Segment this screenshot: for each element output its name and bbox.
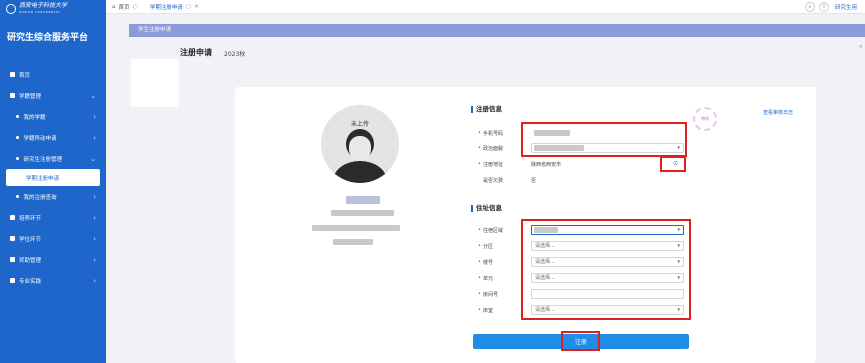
redacted-info	[333, 239, 373, 245]
university-name-en: XIDIAN UNIVERSITY	[19, 10, 61, 14]
refresh-icon[interactable]: ○	[186, 3, 191, 10]
scrollbar[interactable]: ×	[859, 44, 863, 50]
arrears-value: 否	[531, 178, 537, 184]
sidebar-item-registration-management[interactable]: 研究生注册管理 ⌄	[0, 148, 106, 169]
page-title: 注册申请	[180, 48, 212, 57]
highlight-box-submit	[561, 331, 600, 351]
redacted-major	[312, 225, 400, 231]
sidebar-item-practice[interactable]: 专业实践 ›	[0, 270, 106, 291]
sidebar-item-my-status[interactable]: 我的学籍 ›	[0, 106, 106, 127]
highlight-box-address	[521, 219, 691, 320]
refresh-icon[interactable]: ○	[133, 3, 138, 10]
briefcase-icon	[10, 278, 15, 283]
sidebar-item-my-registration[interactable]: 我的注册查询 ›	[0, 186, 106, 207]
shirt-icon[interactable]: ▽	[818, 2, 829, 12]
home-icon	[10, 72, 15, 77]
sidebar-item-degree[interactable]: 学位环节 ›	[0, 228, 106, 249]
close-icon[interactable]: ✕	[194, 3, 199, 10]
highlight-box-locate	[660, 156, 686, 172]
tab-home[interactable]: ⌂ 首页 ○	[106, 0, 144, 14]
audit-stamp: 审核	[693, 107, 717, 131]
bullet-icon	[16, 157, 19, 160]
university-seal-icon	[6, 4, 16, 14]
side-panel	[131, 59, 179, 107]
tab-term-registration[interactable]: 学期注册申请 ○ ✕	[144, 0, 205, 14]
chevron-down-icon: ⌄	[90, 154, 96, 163]
university-logo: 西安电子科技大学 XIDIAN UNIVERSITY	[0, 0, 106, 18]
term-label: 2023秋	[224, 51, 246, 58]
sidebar-item-home[interactable]: 首页	[0, 64, 106, 85]
redacted-id	[331, 210, 394, 216]
chevron-right-icon: ›	[93, 192, 96, 201]
award-icon	[10, 257, 15, 262]
folder-icon	[10, 215, 15, 220]
chevron-right-icon: ›	[93, 255, 96, 264]
field-row-address: • 注册地址	[478, 161, 503, 168]
avatar-upload-label: 未上传	[350, 121, 369, 128]
chevron-right-icon: ›	[93, 112, 96, 121]
address-value: 陕西省西安市	[531, 162, 562, 168]
chevron-right-icon: ›	[93, 234, 96, 243]
field-row-arrears: 是否欠费	[483, 177, 504, 184]
user-menu[interactable]: 研究生用	[835, 3, 857, 11]
search-icon[interactable]: ⌕	[804, 2, 815, 12]
chevron-right-icon: ›	[93, 213, 96, 222]
bullet-icon	[16, 115, 19, 118]
university-name: 西安电子科技大学	[19, 2, 68, 9]
sidebar-item-term-registration[interactable]: 学期注册申请	[6, 169, 100, 186]
section-header: 学生注册申请	[129, 24, 865, 37]
chevron-right-icon: ›	[93, 133, 96, 142]
graduation-cap-icon	[10, 236, 15, 241]
bullet-icon	[16, 136, 19, 139]
sidebar-item-status-management[interactable]: 学籍管理 ⌄	[0, 85, 106, 106]
home-icon: ⌂	[112, 3, 116, 10]
sidebar-item-status-change[interactable]: 学籍异动申请 ›	[0, 127, 106, 148]
sidebar-item-scholarship[interactable]: 奖助管理 ›	[0, 249, 106, 270]
register-info-title: 注册信息	[471, 106, 502, 113]
system-title: 研究生综合服务平台	[7, 33, 89, 43]
bullet-icon	[16, 195, 19, 198]
address-info-title: 住址信息	[471, 205, 502, 212]
chevron-right-icon: ›	[93, 276, 96, 285]
top-right-tools: ⌕ ▽ 研究生用	[801, 2, 857, 12]
chevron-down-icon: ⌄	[90, 91, 96, 100]
folder-icon	[10, 93, 15, 98]
redacted-name	[346, 196, 380, 204]
view-audit-log-link[interactable]: 查看审核日志	[763, 109, 793, 116]
sidebar-item-training[interactable]: 培养环节 ›	[0, 207, 106, 228]
top-bar: ⌂ 首页 ○ 学期注册申请 ○ ✕ ⌕ ▽ 研究生用	[106, 0, 865, 14]
highlight-box-contact	[521, 122, 687, 157]
avatar[interactable]: 未上传	[321, 105, 399, 183]
sidebar: 西安电子科技大学 XIDIAN UNIVERSITY 研究生综合服务平台 首页 …	[0, 0, 106, 363]
